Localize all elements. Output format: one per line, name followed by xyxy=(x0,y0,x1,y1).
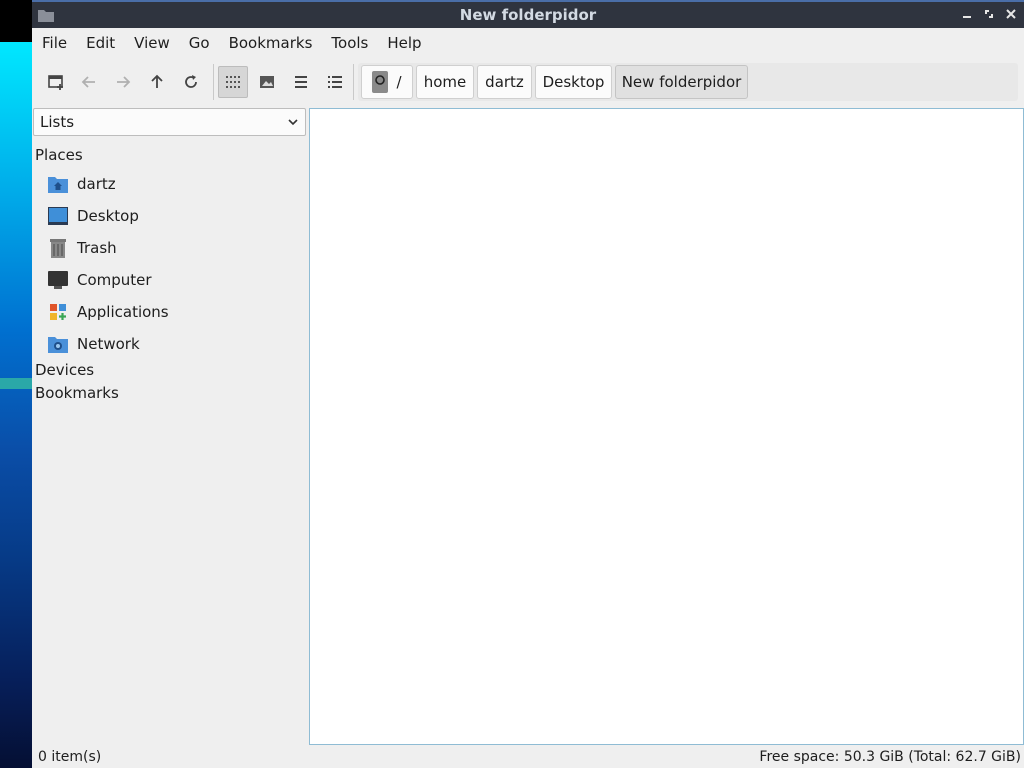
toolbar: / home dartz Desktop New folderpidor xyxy=(32,58,1024,106)
devices-heading[interactable]: Devices xyxy=(35,361,94,379)
sidebar-item-trash[interactable]: Trash xyxy=(48,234,298,262)
breadcrumb-root[interactable]: / xyxy=(361,65,413,99)
sidebar-mode-select[interactable]: Lists xyxy=(33,108,306,136)
new-tab-icon xyxy=(48,75,63,90)
title-bar[interactable]: New folderpidor xyxy=(32,0,1024,28)
menu-go[interactable]: Go xyxy=(183,34,216,52)
file-manager-window: New folderpidor File Edit View Go Bookma… xyxy=(32,0,1024,768)
breadcrumb-root-label: / xyxy=(396,73,402,91)
toolbar-separator xyxy=(213,64,214,100)
places-heading: Places xyxy=(35,146,83,164)
minimize-icon xyxy=(963,16,971,18)
close-button[interactable] xyxy=(1004,6,1018,22)
maximize-button[interactable] xyxy=(982,6,996,22)
compact-view-button[interactable] xyxy=(286,66,316,98)
applications-icon xyxy=(50,304,66,320)
icon-view-icon xyxy=(226,76,240,88)
reload-button[interactable] xyxy=(176,66,206,98)
menu-bar: File Edit View Go Bookmarks Tools Help xyxy=(32,28,1024,58)
menu-edit[interactable]: Edit xyxy=(80,34,121,52)
sidebar-item-label: Computer xyxy=(77,271,152,289)
desktop-background xyxy=(0,0,32,768)
file-view-area[interactable] xyxy=(309,108,1024,745)
network-icon xyxy=(48,337,68,353)
close-icon xyxy=(1006,9,1016,19)
sidebar-item-applications[interactable]: Applications xyxy=(48,298,298,326)
up-button[interactable] xyxy=(142,66,172,98)
sidebar-item-dartz[interactable]: dartz xyxy=(48,170,298,198)
reload-icon xyxy=(185,75,197,88)
forward-button[interactable] xyxy=(108,66,138,98)
forward-arrow-icon xyxy=(117,76,131,88)
sidebar-item-computer[interactable]: Computer xyxy=(48,266,298,294)
home-folder-icon xyxy=(48,177,68,193)
breadcrumb-item-dartz[interactable]: dartz xyxy=(477,65,532,99)
menu-help[interactable]: Help xyxy=(381,34,427,52)
back-button[interactable] xyxy=(74,66,104,98)
menu-view[interactable]: View xyxy=(128,34,176,52)
compact-list-icon xyxy=(295,76,307,88)
detailed-list-icon xyxy=(328,76,342,88)
sidebar-mode-label: Lists xyxy=(40,113,75,131)
thumbnail-view-button[interactable] xyxy=(252,66,282,98)
drive-icon xyxy=(372,71,389,93)
bookmarks-heading[interactable]: Bookmarks xyxy=(35,384,119,402)
sidebar-item-label: Applications xyxy=(77,303,169,321)
new-tab-button[interactable] xyxy=(41,66,71,98)
menu-bookmarks[interactable]: Bookmarks xyxy=(223,34,319,52)
sidebar-item-desktop[interactable]: Desktop xyxy=(48,202,298,230)
desktop-icon xyxy=(48,207,68,225)
toolbar-separator xyxy=(353,64,354,100)
icon-view-button[interactable] xyxy=(218,66,248,98)
detailed-list-view-button[interactable] xyxy=(320,66,350,98)
sidebar-item-label: Desktop xyxy=(77,207,139,225)
breadcrumb-item-desktop[interactable]: Desktop xyxy=(535,65,612,99)
up-arrow-icon xyxy=(151,74,163,88)
maximize-icon xyxy=(985,10,993,18)
menu-tools[interactable]: Tools xyxy=(325,34,374,52)
window-title: New folderpidor xyxy=(459,6,597,24)
sidebar-item-label: Trash xyxy=(77,239,117,257)
minimize-button[interactable] xyxy=(960,6,974,22)
breadcrumb-item-current[interactable]: New folderpidor xyxy=(615,65,748,99)
sidebar-item-label: dartz xyxy=(77,175,116,193)
breadcrumb: / home dartz Desktop New folderpidor xyxy=(358,63,1018,101)
menu-file[interactable]: File xyxy=(36,34,73,52)
sidebar-item-label: Network xyxy=(77,335,140,353)
status-free-space: Free space: 50.3 GiB (Total: 62.7 GiB) xyxy=(759,749,1021,765)
back-arrow-icon xyxy=(81,76,95,88)
computer-icon xyxy=(48,271,68,289)
thumbnail-icon xyxy=(260,76,274,88)
sidebar-item-network[interactable]: Network xyxy=(48,330,298,358)
chevron-down-icon xyxy=(288,119,298,126)
breadcrumb-item-home[interactable]: home xyxy=(416,65,474,99)
trash-icon xyxy=(50,239,66,258)
status-item-count: 0 item(s) xyxy=(38,749,102,765)
desktop-marker xyxy=(0,378,32,389)
